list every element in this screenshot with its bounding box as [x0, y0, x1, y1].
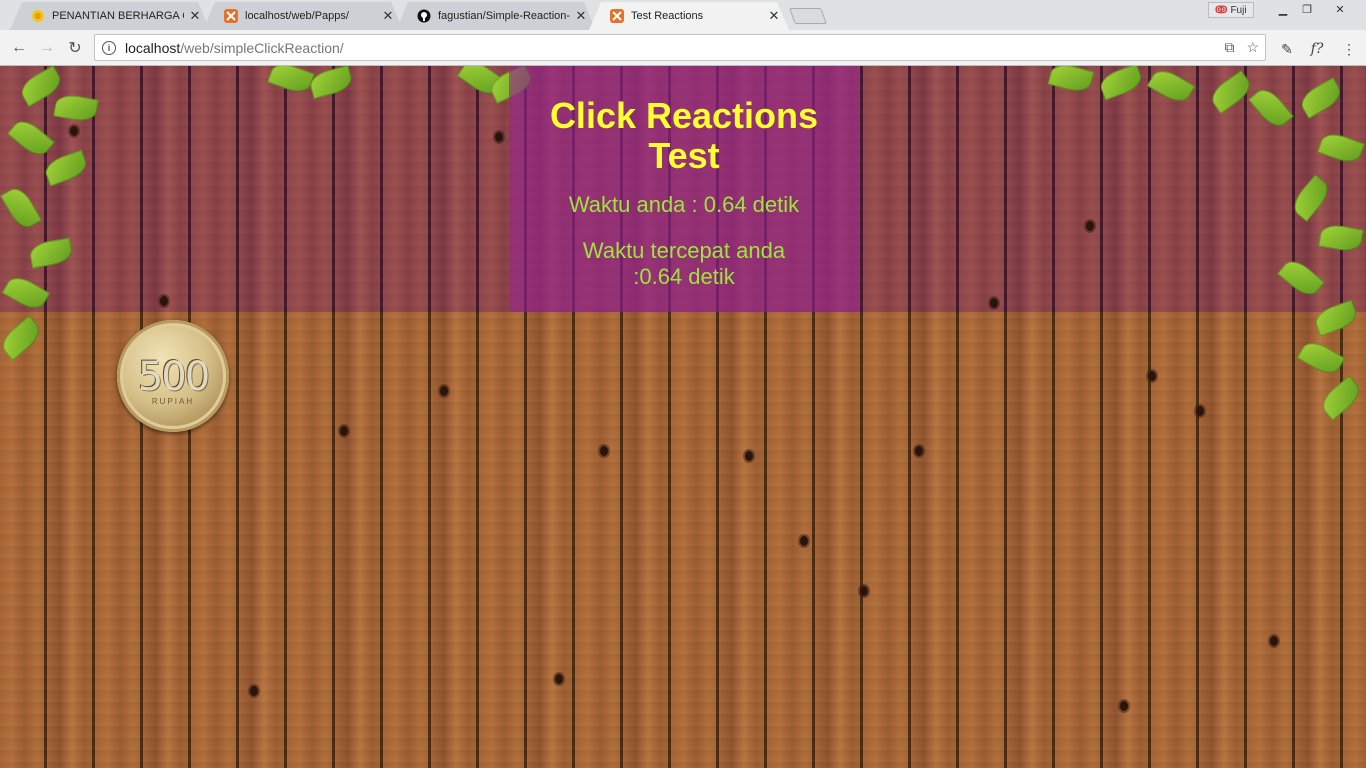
page-title: Click Reactions Test	[549, 95, 819, 176]
wood-knot	[990, 298, 998, 308]
wood-knot	[555, 674, 563, 684]
back-arrow-icon[interactable]: ←	[8, 37, 30, 59]
page-viewport: Click Reactions Test Waktu anda : 0.64 d…	[0, 66, 1366, 768]
tab-papps[interactable]: localhost/web/Papps/ ✕	[203, 2, 403, 30]
tab-github[interactable]: fagustian/Simple-Reaction- ✕	[396, 2, 596, 30]
close-icon[interactable]: ✕	[381, 8, 395, 24]
close-icon[interactable]: ✕	[574, 8, 588, 24]
wood-knot	[340, 426, 348, 436]
new-tab-button[interactable]	[789, 8, 827, 24]
tab-title: localhost/web/Papps/	[245, 10, 349, 22]
leaves-top-center	[250, 66, 550, 106]
close-icon[interactable]: ✕	[767, 8, 781, 24]
tab-test-reactions[interactable]: Test Reactions ✕	[589, 2, 789, 30]
menu-dots-icon[interactable]: ⋮	[1338, 38, 1360, 60]
url-text: localhost/web/simpleClickReaction/	[125, 39, 344, 56]
wood-knot	[160, 296, 168, 306]
address-bar[interactable]: i localhost/web/simpleClickReaction/ ⧉ ☆	[94, 34, 1266, 61]
restore-icon[interactable]: ❐	[1294, 0, 1320, 18]
leaves-top-left	[0, 66, 130, 366]
info-icon[interactable]: i	[102, 40, 116, 55]
xampp-icon	[609, 8, 625, 24]
wood-knot	[915, 446, 923, 456]
reload-icon[interactable]: ↻	[64, 37, 86, 59]
profile-button[interactable]: ↂ Fuji	[1208, 2, 1254, 18]
wood-knot	[800, 536, 808, 546]
leaves-right	[1270, 66, 1366, 426]
wood-knot	[600, 446, 608, 456]
close-window-icon[interactable]: ✕	[1326, 0, 1354, 18]
result-panel: Click Reactions Test Waktu anda : 0.64 d…	[509, 66, 859, 312]
github-icon	[416, 8, 432, 24]
forward-arrow-icon[interactable]: →	[36, 37, 58, 59]
tab-title: fagustian/Simple-Reaction-	[438, 10, 570, 22]
profile-name: Fuji	[1230, 4, 1247, 16]
wood-knot	[1120, 701, 1128, 711]
bookmark-star-icon[interactable]: ☆	[1246, 39, 1259, 56]
close-icon[interactable]: ✕	[188, 8, 202, 24]
coin-unit: RUPIAH	[151, 396, 195, 406]
wood-knot	[250, 686, 258, 696]
wood-knot	[745, 451, 753, 461]
translate-icon[interactable]: ⧉	[1224, 39, 1234, 56]
wood-knot	[1270, 636, 1278, 646]
wood-knot	[440, 386, 448, 396]
tab-strip: PENANTIAN BERHARGA CH ✕ localhost/web/Pa…	[0, 0, 1366, 30]
browser-toolbar: ← → ↻ i localhost/web/simpleClickReactio…	[0, 30, 1366, 66]
wood-knot	[860, 586, 868, 596]
coin-value: 500	[137, 353, 210, 400]
goldfish-icon	[30, 8, 46, 24]
xampp-icon	[223, 8, 239, 24]
fonts-extension-icon[interactable]: f?	[1306, 38, 1328, 60]
coin-target[interactable]: 500 RUPIAH	[117, 320, 229, 432]
your-time-text: Waktu anda : 0.64 detik	[568, 192, 800, 217]
wood-knot	[1148, 371, 1156, 381]
wood-knot	[495, 132, 503, 142]
tab-penantian[interactable]: PENANTIAN BERHARGA CH ✕	[10, 2, 210, 30]
minimize-icon[interactable]: ▁	[1270, 0, 1296, 18]
eyedropper-extension-icon[interactable]: ✎	[1276, 38, 1298, 60]
wood-knot	[1086, 221, 1094, 231]
tab-title: PENANTIAN BERHARGA CH	[52, 10, 184, 22]
wood-knot	[1196, 406, 1204, 416]
profile-icon: ↂ	[1215, 4, 1228, 16]
best-time-text: Waktu tercepat anda :0.64 detik	[582, 238, 786, 289]
tab-title: Test Reactions	[631, 10, 704, 22]
